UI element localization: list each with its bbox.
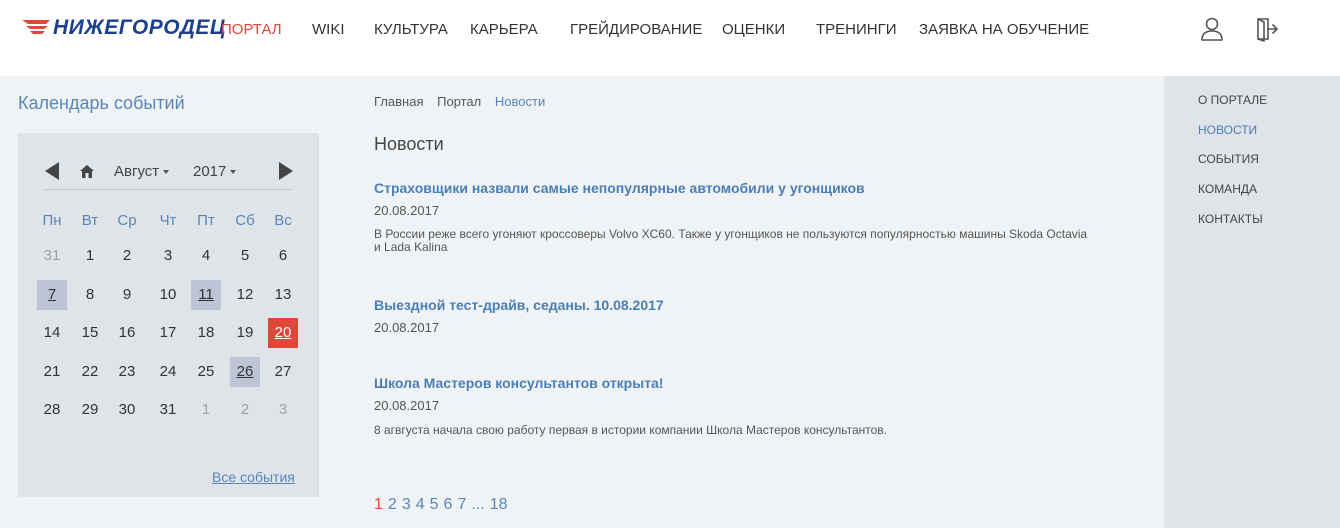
- calendar-widget: [18, 133, 319, 497]
- brand-logo[interactable]: НИЖЕГОРОДЕЦ: [20, 14, 225, 44]
- pagination-page[interactable]: 4: [416, 496, 425, 513]
- nav-item-career[interactable]: КАРЬЕРА: [470, 21, 538, 38]
- calendar-year-label: 2017: [193, 163, 227, 180]
- sidebar-item-team[interactable]: КОМАНДА: [1198, 182, 1257, 196]
- calendar-day[interactable]: 2: [230, 395, 260, 425]
- news-item-date: 20.08.2017: [374, 398, 440, 413]
- calendar-day[interactable]: 21: [37, 357, 67, 387]
- calendar-day[interactable]: 12: [230, 280, 260, 310]
- nav-item-trainings[interactable]: ТРЕНИНГИ: [816, 21, 897, 38]
- calendar-day[interactable]: 14: [37, 318, 67, 348]
- calendar-weekday: Пн: [42, 212, 62, 229]
- calendar-month-select[interactable]: Август: [114, 163, 170, 180]
- calendar-day[interactable]: 1: [191, 395, 221, 425]
- right-sidebar: [1164, 76, 1340, 528]
- breadcrumb: Главная Портал Новости: [374, 94, 555, 109]
- calendar-day[interactable]: 15: [75, 318, 105, 348]
- pagination-ellipsis: ...: [471, 496, 485, 513]
- logo-text: НИЖЕГОРОДЕЦ: [53, 16, 226, 39]
- nav-item-grading[interactable]: ГРЕЙДИРОВАНИЕ: [570, 21, 702, 38]
- calendar-day[interactable]: 28: [37, 395, 67, 425]
- calendar-day[interactable]: 3: [153, 241, 183, 271]
- calendar-day[interactable]: 31: [153, 395, 183, 425]
- calendar-weekday: Пт: [197, 212, 215, 229]
- calendar-day[interactable]: 4: [191, 241, 221, 271]
- calendar-day[interactable]: 17: [153, 318, 183, 348]
- logout-icon[interactable]: [1254, 16, 1280, 42]
- chevron-down-icon: [230, 170, 237, 175]
- logo-swoosh-icon: [22, 20, 50, 34]
- calendar-year-select[interactable]: 2017: [193, 163, 237, 180]
- calendar-home-icon[interactable]: [79, 163, 95, 179]
- calendar-day[interactable]: 23: [112, 357, 142, 387]
- breadcrumb-home[interactable]: Главная: [374, 94, 423, 109]
- calendar-day[interactable]: 13: [268, 280, 298, 310]
- nav-item-portal[interactable]: ПОРТАЛ: [221, 21, 282, 38]
- calendar-day[interactable]: 19: [230, 318, 260, 348]
- pagination-page[interactable]: 5: [430, 496, 439, 513]
- calendar-weekday: Ср: [117, 212, 137, 229]
- calendar-day-event[interactable]: 7: [37, 280, 67, 310]
- pagination-page[interactable]: 18: [490, 496, 508, 513]
- calendar-day[interactable]: 2: [112, 241, 142, 271]
- calendar-next-month-button[interactable]: [279, 162, 293, 180]
- pagination: 1 2 3 4 5 6 7... 18: [374, 496, 512, 514]
- calendar-day[interactable]: 10: [153, 280, 183, 310]
- pagination-page[interactable]: 7: [457, 496, 466, 513]
- user-icon[interactable]: [1199, 16, 1225, 42]
- calendar-day[interactable]: 16: [112, 318, 142, 348]
- nav-item-wiki[interactable]: WIKI: [312, 21, 345, 38]
- breadcrumb-news[interactable]: Новости: [495, 94, 545, 109]
- calendar-title: Календарь событий: [18, 93, 185, 113]
- calendar-day[interactable]: 1: [75, 241, 105, 271]
- pagination-page[interactable]: 1: [374, 496, 383, 513]
- sidebar-item-about[interactable]: О ПОРТАЛЕ: [1198, 93, 1267, 107]
- calendar-day[interactable]: 8: [75, 280, 105, 310]
- calendar-divider: [44, 189, 293, 190]
- calendar-day[interactable]: 27: [268, 357, 298, 387]
- calendar-day[interactable]: 6: [268, 241, 298, 271]
- sidebar-item-contacts[interactable]: КОНТАКТЫ: [1198, 212, 1263, 226]
- calendar-day[interactable]: 3: [268, 395, 298, 425]
- news-item-title[interactable]: Выездной тест-драйв, седаны. 10.08.2017: [374, 297, 664, 313]
- calendar-day[interactable]: 5: [230, 241, 260, 271]
- chevron-down-icon: [163, 170, 170, 175]
- calendar-day-event[interactable]: 11: [191, 280, 221, 310]
- news-item-text: В России реже всего угоняют кроссоверы V…: [374, 227, 1088, 254]
- pagination-page[interactable]: 6: [444, 496, 453, 513]
- header-gap: [0, 60, 1340, 76]
- nav-item-culture[interactable]: КУЛЬТУРА: [374, 21, 448, 38]
- calendar-day[interactable]: 30: [112, 395, 142, 425]
- calendar-weekday: Сб: [235, 212, 255, 229]
- calendar-day[interactable]: 18: [191, 318, 221, 348]
- pagination-page[interactable]: 2: [388, 496, 397, 513]
- all-events-link[interactable]: Все события: [212, 469, 295, 485]
- sidebar-item-news[interactable]: НОВОСТИ: [1198, 123, 1257, 137]
- page-title: Новости: [374, 134, 444, 154]
- calendar-day-today[interactable]: 20: [268, 318, 298, 348]
- nav-item-training-request[interactable]: ЗАЯВКА НА ОБУЧЕНИЕ: [919, 21, 1089, 38]
- nav-item-assessments[interactable]: ОЦЕНКИ: [722, 21, 785, 38]
- calendar-month-label: Август: [114, 163, 160, 180]
- calendar-day[interactable]: 24: [153, 357, 183, 387]
- news-item-title[interactable]: Школа Мастеров консультантов открыта!: [374, 375, 664, 391]
- calendar-day[interactable]: 31: [37, 241, 67, 271]
- news-item-date: 20.08.2017: [374, 320, 440, 335]
- calendar-day[interactable]: 25: [191, 357, 221, 387]
- calendar-day[interactable]: 22: [75, 357, 105, 387]
- sidebar-item-events[interactable]: СОБЫТИЯ: [1198, 152, 1259, 166]
- calendar-day[interactable]: 29: [75, 395, 105, 425]
- calendar-prev-month-button[interactable]: [45, 162, 59, 180]
- calendar-day[interactable]: 9: [112, 280, 142, 310]
- news-item-date: 20.08.2017: [374, 203, 440, 218]
- pagination-page[interactable]: 3: [402, 496, 411, 513]
- calendar-day-event[interactable]: 26: [230, 357, 260, 387]
- breadcrumb-portal[interactable]: Портал: [437, 94, 481, 109]
- calendar-weekday: Вт: [81, 212, 99, 229]
- calendar-weekday: Вс: [274, 212, 292, 229]
- news-item-title[interactable]: Страховщики назвали самые непопулярные а…: [374, 180, 865, 196]
- calendar-weekday: Чт: [159, 212, 177, 229]
- news-item-text: 8 агвгуста начала свою работу первая в и…: [374, 423, 888, 437]
